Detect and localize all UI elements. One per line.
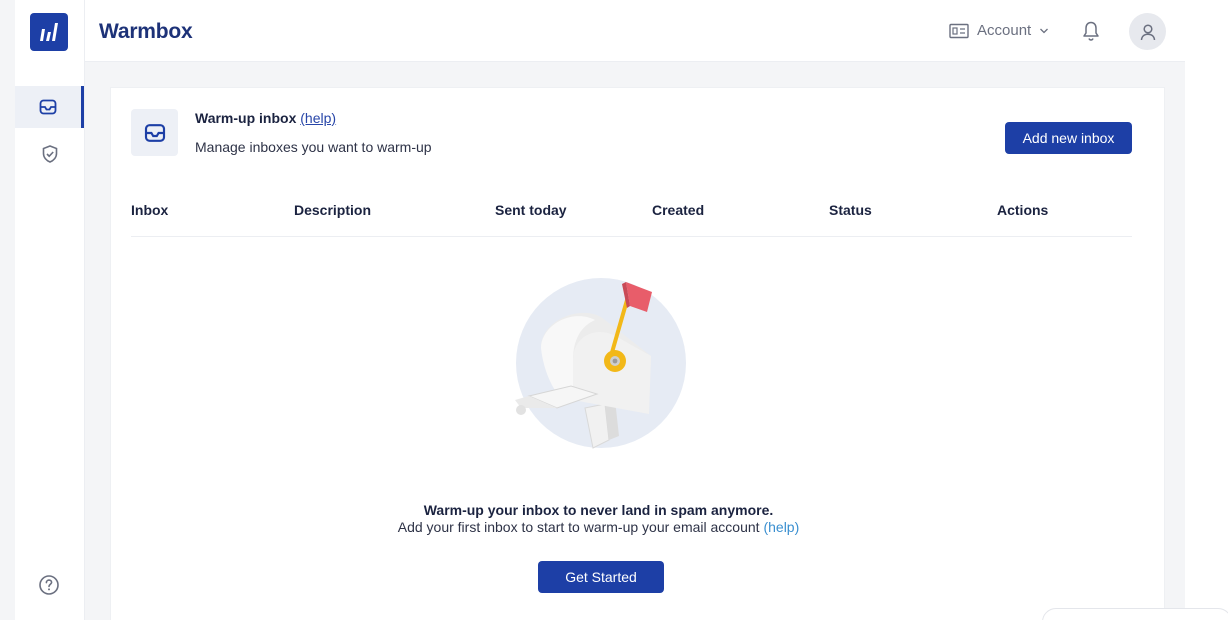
header-help-link[interactable]: (help) — [300, 110, 336, 126]
logo-mark-icon — [40, 23, 58, 41]
column-header-status: Status — [829, 202, 872, 218]
help-circle-icon[interactable] — [38, 574, 60, 596]
empty-state-subtitle: Add your first inbox to start to warm-up… — [111, 519, 1086, 535]
corner-widget[interactable] — [1042, 608, 1228, 620]
empty-state-title: Warm-up your inbox to never land in spam… — [423, 502, 774, 518]
empty-state-help-link[interactable]: (help) — [763, 519, 799, 535]
right-gutter — [1185, 0, 1228, 620]
empty-state-subtitle-text: Add your first inbox to start to warm-up… — [397, 519, 760, 535]
column-header-sent-today: Sent today — [495, 202, 567, 218]
account-label: Account — [977, 22, 1032, 39]
inbox-icon — [39, 99, 57, 115]
top-bar: Warmbox Account — [85, 0, 1185, 62]
notifications-button[interactable] — [1081, 20, 1101, 47]
column-header-actions: Actions — [997, 202, 1049, 218]
inbox-card: Warm-up inbox (help) Manage inboxes you … — [110, 87, 1165, 620]
table-header-divider — [131, 236, 1132, 237]
column-header-inbox: Inbox — [131, 202, 169, 218]
sidebar-item-security[interactable] — [15, 133, 84, 175]
column-header-created: Created — [652, 202, 705, 218]
id-card-icon — [949, 23, 969, 38]
warmbox-logo[interactable] — [30, 13, 68, 51]
page-subtitle: Manage inboxes you want to warm-up — [195, 139, 432, 155]
user-icon — [1140, 23, 1155, 40]
account-menu[interactable]: Account — [949, 22, 1049, 39]
sidebar — [15, 0, 85, 620]
header-icon-box — [131, 109, 178, 156]
add-new-inbox-button[interactable]: Add new inbox — [1005, 122, 1132, 154]
chevron-down-icon — [1040, 28, 1049, 33]
page-title-text: Warm-up inbox — [195, 110, 297, 126]
app-name: Warmbox — [99, 20, 193, 43]
user-avatar[interactable] — [1129, 13, 1166, 50]
mailbox-illustration — [515, 278, 686, 449]
bell-icon — [1083, 21, 1099, 41]
inbox-icon — [144, 123, 165, 142]
get-started-button[interactable]: Get Started — [538, 561, 664, 593]
shield-check-icon — [42, 145, 57, 163]
page-title: Warm-up inbox (help) — [195, 110, 336, 126]
column-header-description: Description — [294, 202, 372, 218]
sidebar-item-inboxes[interactable] — [15, 86, 84, 128]
